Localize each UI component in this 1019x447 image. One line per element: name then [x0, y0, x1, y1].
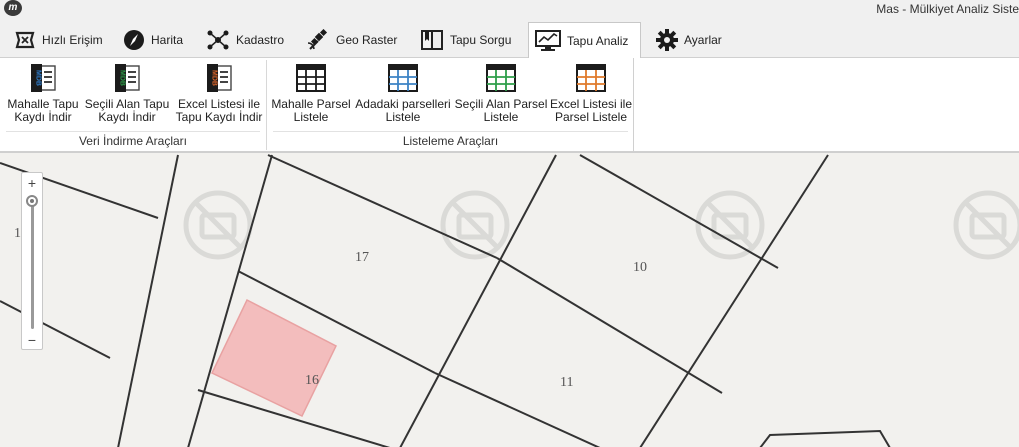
- secili-alan-parsel-listele-button[interactable]: Seçili Alan Parsel Listele: [454, 62, 548, 124]
- book-icon: [421, 30, 443, 50]
- title-bar: m Mas - Mülkiyet Analiz Siste: [0, 0, 1019, 20]
- group-label: Listeleme Araçları: [402, 134, 499, 148]
- zoom-control: + −: [21, 172, 43, 350]
- adadaki-parselleri-listele-button[interactable]: Adadaki parselleri Listele: [353, 62, 453, 124]
- tab-tapu-analiz[interactable]: Tapu Analiz: [528, 22, 641, 59]
- mdb-download-icon: MDB: [207, 64, 232, 92]
- tile-placeholder-icon: [953, 190, 1019, 260]
- group-label: Veri İndirme Araçları: [78, 134, 188, 148]
- button-label-line2: Listele: [385, 110, 421, 124]
- zoom-in-button[interactable]: +: [22, 174, 42, 192]
- mdb-download-icon: MDB: [115, 64, 140, 92]
- tab-tapu-sorgu[interactable]: Tapu Sorgu: [414, 22, 517, 58]
- app-logo: m: [4, 0, 22, 16]
- tab-label: Tapu Analiz: [567, 34, 629, 48]
- tab-label: Harita: [151, 33, 184, 47]
- quick-access-icon: [15, 31, 35, 49]
- table-grid-icon: [486, 64, 516, 92]
- button-label-line2: Tapu Kaydı İndir: [175, 110, 263, 124]
- parcel-label: 10: [633, 260, 647, 275]
- zoom-out-button[interactable]: −: [22, 331, 42, 349]
- svg-text:MDB: MDB: [119, 70, 126, 86]
- button-label-line2: Kaydı İndir: [14, 110, 72, 124]
- tab-label: Kadastro: [236, 33, 285, 47]
- network-icon: [207, 30, 229, 50]
- parcel-label: 16: [305, 373, 319, 388]
- svg-text:MDB: MDB: [35, 70, 42, 86]
- selected-parcel-highlight[interactable]: [210, 298, 337, 417]
- satellite-icon: [307, 29, 328, 50]
- button-label-line2: Listele: [293, 110, 329, 124]
- map-canvas[interactable]: 17 10 16 11 1: [0, 152, 1019, 447]
- ribbon-panel: MDB Mahalle Tapu Kaydı İndir MDB Seçili …: [0, 58, 634, 152]
- monitor-chart-icon: [535, 30, 561, 51]
- tab-label: Ayarlar: [684, 33, 722, 47]
- table-grid-icon: [296, 64, 326, 92]
- parcel-label: 1: [14, 226, 21, 241]
- excel-listesi-tapu-kaydi-indir-button[interactable]: MDB Excel Listesi ile Tapu Kaydı İndir: [173, 62, 265, 124]
- button-label-line2: Kaydı İndir: [98, 110, 156, 124]
- zoom-slider-track[interactable]: [31, 199, 34, 329]
- ribbon-empty-area: [634, 58, 1019, 152]
- tab-geo-raster[interactable]: Geo Raster: [300, 22, 403, 58]
- tab-ayarlar[interactable]: Ayarlar: [650, 22, 728, 58]
- mdb-download-icon: MDB: [31, 64, 56, 92]
- parcel-boundaries: [0, 154, 891, 447]
- parcel-label: 17: [355, 250, 369, 265]
- tab-harita[interactable]: Harita: [117, 22, 189, 58]
- cadastral-map: 17 10 16 11 1: [0, 154, 1019, 447]
- button-label-line2: Parsel Listele: [554, 110, 628, 124]
- tile-placeholder-icon: [183, 190, 253, 260]
- gear-icon: [656, 29, 678, 51]
- ribbon-tab-bar: Hızlı Erişim Harita Kadastro Geo Raster …: [0, 20, 1019, 59]
- group-divider: [273, 131, 628, 132]
- zoom-slider-handle[interactable]: [26, 195, 38, 207]
- tab-label: Geo Raster: [336, 33, 398, 47]
- excel-listesi-parsel-listele-button[interactable]: Excel Listesi ile Parsel Listele: [549, 62, 633, 124]
- tab-label: Tapu Sorgu: [450, 33, 512, 47]
- window-title: Mas - Mülkiyet Analiz Siste: [876, 2, 1019, 16]
- group-listeleme: Mahalle Parsel Listele Adadaki parseller…: [267, 58, 634, 152]
- table-grid-icon: [388, 64, 418, 92]
- group-divider: [6, 131, 260, 132]
- mahalle-tapu-kaydi-indir-button[interactable]: MDB Mahalle Tapu Kaydı İndir: [4, 62, 82, 124]
- tab-label: Hızlı Erişim: [42, 33, 103, 47]
- table-grid-icon: [576, 64, 606, 92]
- mahalle-parsel-listele-button[interactable]: Mahalle Parsel Listele: [271, 62, 351, 124]
- tab-kadastro[interactable]: Kadastro: [200, 22, 290, 58]
- button-label-line2: Listele: [483, 110, 519, 124]
- tab-hizli-erisim[interactable]: Hızlı Erişim: [8, 22, 109, 58]
- tile-placeholder-icon: [695, 190, 765, 260]
- compass-icon: [124, 30, 144, 50]
- svg-text:MDB: MDB: [211, 70, 218, 86]
- parcel-label: 11: [560, 375, 573, 390]
- group-veri-indirme: MDB Mahalle Tapu Kaydı İndir MDB Seçili …: [0, 58, 266, 152]
- secili-alan-tapu-kaydi-indir-button[interactable]: MDB Seçili Alan Tapu Kaydı İndir: [82, 62, 172, 124]
